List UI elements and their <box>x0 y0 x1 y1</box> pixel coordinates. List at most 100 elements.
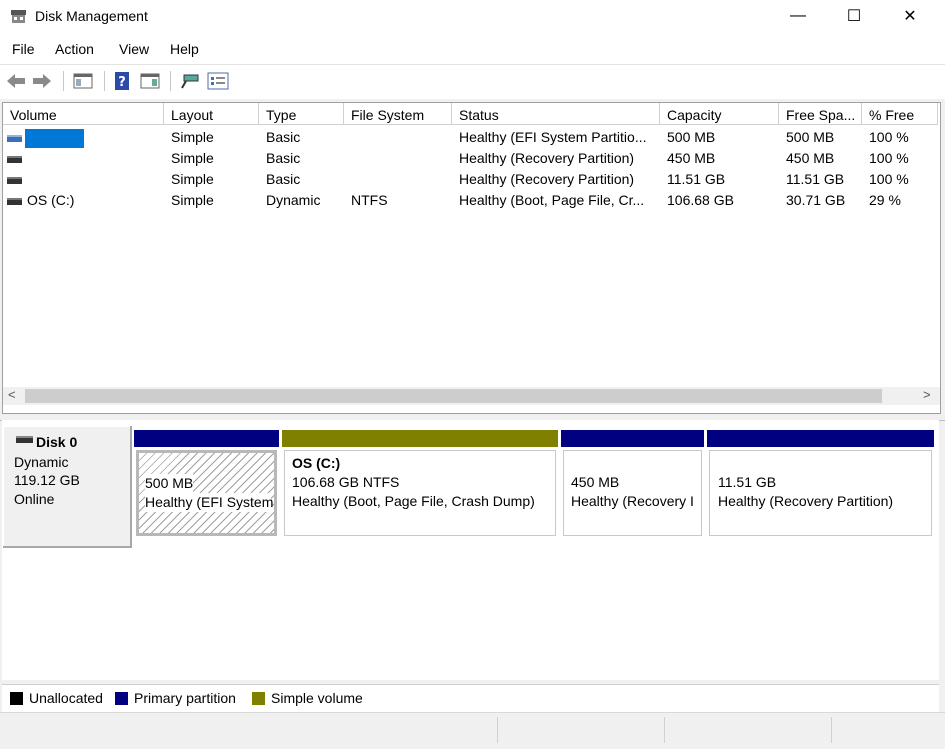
title-bar: Disk Management — ☐ ✕ <box>0 0 945 34</box>
svg-text:?: ? <box>118 75 126 90</box>
toolbar-separator <box>170 71 171 91</box>
column-header-capacity[interactable]: Capacity <box>660 103 779 125</box>
status-bar <box>0 712 945 749</box>
layout-cell: Simple <box>171 150 214 166</box>
volume-selection-highlight <box>25 129 84 148</box>
forward-icon[interactable] <box>32 72 52 90</box>
legend-swatch-primary-partition <box>115 692 128 705</box>
layout-cell: Simple <box>171 171 214 187</box>
minimize-button[interactable]: — <box>775 0 821 32</box>
help-icon[interactable]: ? <box>114 72 130 90</box>
type-cell: Basic <box>266 150 301 166</box>
partition-size: 500 MB <box>145 474 194 493</box>
menu-view[interactable]: View <box>119 41 149 57</box>
partition-body: 11.51 GB Healthy (Recovery Partition) <box>709 450 932 536</box>
properties-icon[interactable] <box>207 72 229 90</box>
legend-swatch-unallocated <box>10 692 23 705</box>
capacity-cell: 500 MB <box>667 129 716 145</box>
status-cell: Healthy (Boot, Page File, Cr... <box>459 192 645 208</box>
disk-info-panel[interactable]: Disk 0 Dynamic 119.12 GB Online <box>3 426 132 548</box>
partition-name: OS (C:) <box>292 455 341 471</box>
partition-color-bar <box>134 430 279 447</box>
close-button[interactable]: ✕ <box>887 0 933 32</box>
scrollbar-thumb[interactable] <box>25 389 882 403</box>
toolbar-separator <box>63 71 64 91</box>
percent-free-cell: 29 % <box>869 192 901 208</box>
status-cell: Healthy (Recovery Partition) <box>459 150 635 166</box>
table-row[interactable]: Simple Basic Healthy (Recovery Partition… <box>3 148 938 169</box>
percent-free-cell: 100 % <box>869 129 909 145</box>
volume-name: OS (C:) <box>27 192 75 208</box>
partition-color-bar <box>707 430 934 447</box>
disk-size: 119.12 GB <box>14 472 80 488</box>
connect-icon[interactable] <box>180 72 200 90</box>
table-row[interactable]: Simple Basic Healthy (EFI System Partiti… <box>3 127 938 148</box>
partition-status: Healthy (Boot, Page File, Crash Dump) <box>292 493 535 509</box>
partition-status: Healthy (Recovery Partition) <box>718 493 894 509</box>
drive-icon <box>7 177 22 184</box>
free-space-cell: 30.71 GB <box>786 192 846 208</box>
partition-status: Healthy (Recovery I <box>571 493 694 509</box>
partition-status: Healthy (EFI System <box>145 493 274 512</box>
partition-size: 11.51 GB <box>718 474 777 490</box>
legend-label-simple-volume: Simple volume <box>271 690 363 706</box>
column-header-file-system[interactable]: File System <box>344 103 452 125</box>
status-cell: Healthy (EFI System Partitio... <box>459 129 647 145</box>
maximize-button[interactable]: ☐ <box>831 0 877 32</box>
window-title: Disk Management <box>35 8 148 24</box>
menu-help[interactable]: Help <box>170 41 199 57</box>
type-cell: Basic <box>266 171 301 187</box>
partition-size: 106.68 GB NTFS <box>292 474 400 490</box>
disk-management-icon <box>11 10 26 23</box>
column-header-layout[interactable]: Layout <box>164 103 259 125</box>
menu-action[interactable]: Action <box>55 41 94 57</box>
free-space-cell: 11.51 GB <box>786 171 845 187</box>
disk-state: Online <box>14 491 55 507</box>
free-space-cell: 450 MB <box>786 150 835 166</box>
partition-recovery-1[interactable]: 450 MB Healthy (Recovery I <box>561 430 704 538</box>
legend: Unallocated Primary partition Simple vol… <box>2 684 939 712</box>
table-row[interactable]: Simple Basic Healthy (Recovery Partition… <box>3 169 938 190</box>
partition-body: 450 MB Healthy (Recovery I <box>563 450 702 536</box>
type-cell: Dynamic <box>266 192 321 208</box>
menu-file[interactable]: File <box>12 41 35 57</box>
partition-os-c[interactable]: OS (C:) 106.68 GB NTFS Healthy (Boot, Pa… <box>282 430 558 538</box>
file-system-cell: NTFS <box>351 192 388 208</box>
column-header-status[interactable]: Status <box>452 103 660 125</box>
percent-free-cell: 100 % <box>869 171 909 187</box>
free-space-cell: 500 MB <box>786 129 835 145</box>
back-icon[interactable] <box>6 72 26 90</box>
drive-icon <box>7 198 22 205</box>
menu-bar: File Action View Help <box>0 34 945 64</box>
column-header-percent-free[interactable]: % Free <box>862 103 938 125</box>
column-header-volume[interactable]: Volume <box>3 103 164 125</box>
disk-type: Dynamic <box>14 454 69 470</box>
disk-icon <box>16 436 33 443</box>
column-header-free-space[interactable]: Free Spa... <box>779 103 862 125</box>
partition-body: OS (C:) 106.68 GB NTFS Healthy (Boot, Pa… <box>284 450 556 536</box>
status-bar-divider <box>664 717 665 743</box>
volume-list: Volume Layout Type File System Status Ca… <box>2 102 941 414</box>
horizontal-scrollbar[interactable]: < > <box>3 387 940 405</box>
toolbar: ? <box>0 64 945 99</box>
column-header-type[interactable]: Type <box>259 103 344 125</box>
partition-size: 450 MB <box>571 474 620 490</box>
drive-icon <box>7 156 22 163</box>
table-row[interactable]: OS (C:) Simple Dynamic NTFS Healthy (Boo… <box>3 190 938 211</box>
console-tree-icon[interactable] <box>73 72 93 90</box>
disk-name: Disk 0 <box>36 434 78 450</box>
layout-cell: Simple <box>171 129 214 145</box>
scroll-left-button[interactable]: < <box>8 387 16 402</box>
show-pane-icon[interactable] <box>140 72 160 90</box>
layout-cell: Simple <box>171 192 214 208</box>
partition-recovery-2[interactable]: 11.51 GB Healthy (Recovery Partition) <box>707 430 934 538</box>
status-bar-divider <box>497 717 498 743</box>
partition-color-bar <box>282 430 558 447</box>
drive-icon <box>7 135 22 142</box>
partition-efi[interactable]: 500 MB Healthy (EFI System <box>134 430 279 538</box>
legend-label-primary-partition: Primary partition <box>134 690 236 706</box>
percent-free-cell: 100 % <box>869 150 909 166</box>
status-bar-divider <box>831 717 832 743</box>
scroll-right-button[interactable]: > <box>923 387 931 402</box>
partition-color-bar <box>561 430 704 447</box>
